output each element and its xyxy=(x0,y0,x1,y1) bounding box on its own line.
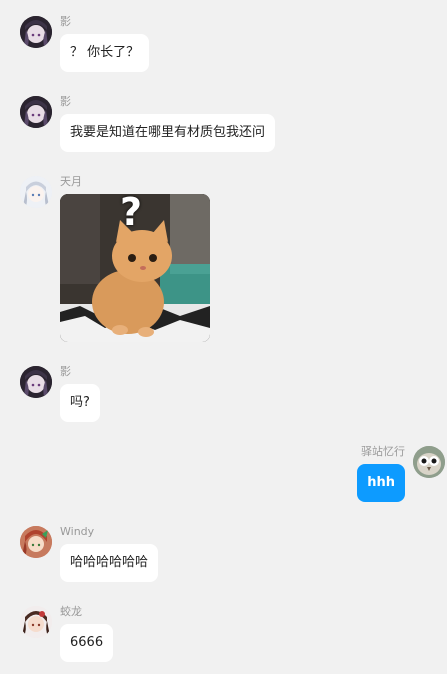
message-bubble[interactable]: ？ 你长了？ xyxy=(60,34,150,72)
sender-name: 蛟龙 xyxy=(60,605,82,618)
sender-avatar[interactable] xyxy=(20,96,52,128)
message-bubble-self[interactable]: hhh xyxy=(357,464,405,502)
message-bubble[interactable]: 吗? xyxy=(60,384,100,422)
sender-avatar[interactable] xyxy=(20,366,52,398)
message-bubble[interactable]: 6666 xyxy=(60,624,114,662)
self-avatar[interactable] xyxy=(413,446,445,478)
message-bubble[interactable]: 哈哈哈哈哈哈 xyxy=(60,544,159,582)
sender-name: 天月 xyxy=(60,175,82,188)
question-mark-overlay: ? xyxy=(120,194,143,234)
chat-message-list: 影 ？ 你长了？ 影 我要是知道在哪里有材质包我还问 天月 ? 影 吗? 驿站忆… xyxy=(0,0,447,674)
sender-name: 驿站忆行 xyxy=(361,445,405,458)
sender-name: 影 xyxy=(60,15,71,28)
sender-avatar[interactable] xyxy=(20,176,52,208)
sender-name: Windy xyxy=(60,525,95,538)
sender-avatar[interactable] xyxy=(20,526,52,558)
sender-name: 影 xyxy=(60,95,71,108)
sender-avatar[interactable] xyxy=(20,16,52,48)
image-message[interactable]: ? xyxy=(60,194,210,342)
sender-avatar[interactable] xyxy=(20,606,52,638)
message-bubble[interactable]: 我要是知道在哪里有材质包我还问 xyxy=(60,114,276,152)
sender-name: 影 xyxy=(60,365,71,378)
